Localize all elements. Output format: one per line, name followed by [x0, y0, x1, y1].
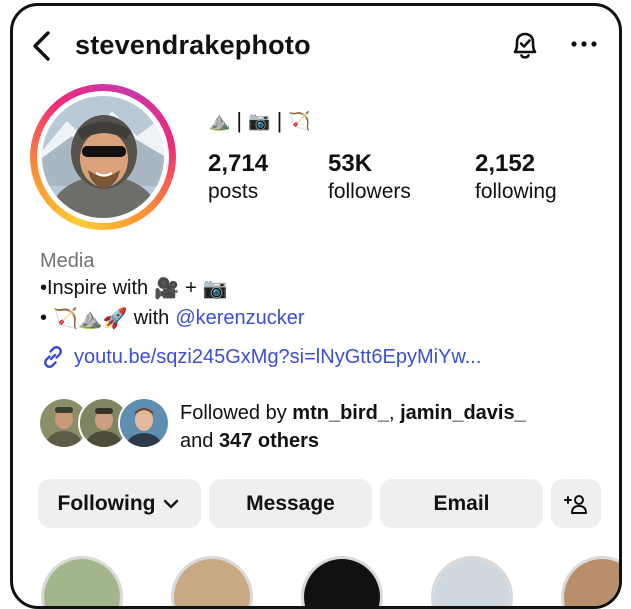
mountain-emoji: ⛰️: [208, 110, 231, 131]
bio-text: •Inspire with: [40, 277, 149, 299]
message-button[interactable]: Message: [209, 479, 372, 528]
bow-arrow-emoji: 🏹: [288, 110, 311, 131]
bullet-text: •: [40, 307, 48, 329]
camera-emoji: 📷: [248, 110, 271, 131]
following-count: 2,152: [475, 150, 536, 177]
suggest-people-button[interactable]: [551, 479, 601, 528]
bio-line-2: • 🏹⛰️🚀 with @kerenzucker: [40, 306, 305, 331]
story-highlight[interactable]: [301, 556, 383, 606]
profile-category: Media: [40, 250, 95, 272]
story-highlight[interactable]: [431, 556, 513, 606]
bio-emojis: 🏹⛰️🚀: [53, 308, 128, 330]
followed-by-prefix: Followed by: [180, 402, 293, 424]
following-stat[interactable]: 2,152 following: [475, 150, 557, 204]
add-person-icon: [564, 494, 587, 514]
chevron-left-icon: [33, 31, 50, 61]
following-label: following: [475, 180, 557, 203]
link-icon: [44, 346, 62, 368]
more-horizontal-icon: [571, 41, 597, 47]
posts-label: posts: [208, 180, 259, 203]
more-options-button[interactable]: [569, 32, 599, 56]
profile-emoji-line: ⛰️ | 📷 | 🏹: [208, 106, 311, 136]
plus-text: +: [185, 277, 197, 299]
story-highlight[interactable]: [41, 556, 123, 606]
bio-link-text: youtu.be/sqzi245GxMg?si=lNyGtt6EpyMiYw..…: [74, 345, 482, 368]
mutual-avatar: [118, 397, 170, 449]
followers-label: followers: [328, 180, 411, 203]
bio-link[interactable]: youtu.be/sqzi245GxMg?si=lNyGtt6EpyMiYw..…: [40, 344, 481, 370]
comma: ,: [388, 402, 401, 424]
movie-camera-emoji: 🎥: [154, 278, 180, 300]
email-button-label: Email: [433, 491, 490, 515]
followers-stat[interactable]: 53K followers: [328, 150, 411, 204]
avatar-ring-gap: [37, 91, 169, 223]
bell-check-icon: [513, 32, 537, 59]
separator: |: [236, 108, 243, 133]
username-title: stevendrakephoto: [75, 30, 311, 60]
mutual-user-2: jamin_davis_: [400, 402, 526, 424]
profile-avatar[interactable]: [30, 84, 176, 230]
notifications-button[interactable]: [508, 28, 542, 62]
phone-frame: stevendrakephoto ⛰️ | 📷 | 🏹 2,714 posts …: [10, 3, 622, 609]
separator: |: [276, 108, 283, 133]
following-button-label: Following: [57, 491, 156, 515]
mutual-followers-avatars[interactable]: [38, 397, 170, 449]
followed-by-text[interactable]: Followed by mtn_bird_, jamin_davis_ and …: [180, 399, 526, 455]
following-button[interactable]: Following: [38, 479, 201, 528]
mutual-user-1: mtn_bird_: [292, 402, 389, 424]
bio-with-text: with: [133, 307, 170, 329]
and-text: and: [180, 430, 219, 452]
bio-line-1: •Inspire with 🎥 + 📷: [40, 276, 228, 301]
followers-count: 53K: [328, 150, 373, 177]
story-highlight[interactable]: [171, 556, 253, 606]
camera-emoji: 📷: [202, 278, 228, 300]
avatar-photo: [42, 96, 164, 218]
story-highlight[interactable]: [561, 556, 619, 606]
message-button-label: Message: [246, 491, 335, 515]
mention-link[interactable]: @kerenzucker: [175, 307, 304, 330]
email-button[interactable]: Email: [380, 479, 543, 528]
back-button[interactable]: [27, 28, 57, 64]
others-count: 347 others: [218, 430, 319, 452]
chevron-down-icon: [164, 499, 179, 508]
posts-count: 2,714: [208, 150, 269, 177]
posts-stat[interactable]: 2,714 posts: [208, 150, 268, 204]
